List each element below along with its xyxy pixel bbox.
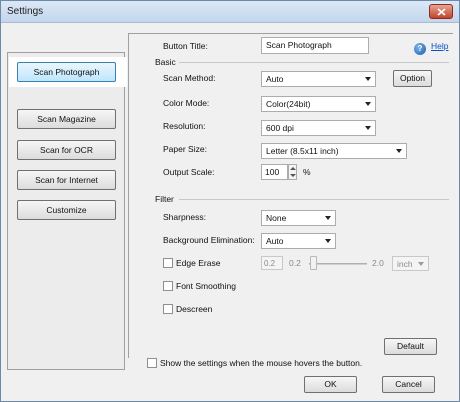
spin-up-icon (290, 167, 296, 170)
ok-button[interactable]: OK (304, 376, 357, 393)
color-mode-value: Color(24bit) (266, 99, 311, 109)
basic-section-label: Basic (155, 57, 176, 67)
chevron-down-icon (365, 102, 371, 106)
chevron-down-icon (365, 126, 371, 130)
output-scale-label: Output Scale: (163, 167, 215, 177)
hover-settings-label: Show the settings when the mouse hovers … (160, 358, 363, 368)
chevron-down-icon (418, 262, 424, 266)
resolution-value: 600 dpi (266, 123, 294, 133)
font-smoothing-label: Font Smoothing (176, 281, 237, 291)
resolution-select[interactable]: 600 dpi (261, 120, 376, 136)
chevron-down-icon (396, 149, 402, 153)
settings-window: Settings Scan Photograph Scan Magazine S… (0, 0, 460, 402)
button-title-input[interactable]: Scan Photograph (261, 37, 369, 54)
paper-size-label: Paper Size: (163, 144, 207, 154)
hover-settings-checkbox[interactable] (147, 358, 157, 368)
edge-erase-slider-handle[interactable] (310, 256, 317, 270)
nav-scan-photograph-button[interactable]: Scan Photograph (17, 62, 116, 82)
settings-panel: Button Title: Scan Photograph ? Help Bas… (128, 33, 453, 358)
edge-erase-max-label: 2.0 (372, 258, 384, 268)
sharpness-label: Sharpness: (163, 212, 206, 222)
descreen-checkbox[interactable] (163, 304, 173, 314)
button-title-label: Button Title: (163, 41, 208, 51)
color-mode-label: Color Mode: (163, 98, 210, 108)
scan-button-list: Scan Photograph Scan Magazine Scan for O… (7, 52, 127, 370)
option-button[interactable]: Option (393, 70, 432, 87)
nav-customize-button[interactable]: Customize (17, 200, 116, 220)
font-smoothing-checkbox[interactable] (163, 281, 173, 291)
edge-erase-unit-select[interactable]: inch (392, 256, 429, 271)
scan-method-select[interactable]: Auto (261, 71, 376, 87)
default-button[interactable]: Default (384, 338, 437, 355)
spin-down-icon (290, 174, 296, 177)
chevron-down-icon (365, 77, 371, 81)
descreen-label: Descreen (176, 304, 213, 314)
edge-erase-checkbox[interactable] (163, 258, 173, 268)
edge-erase-min-label: 0.2 (289, 258, 301, 268)
output-scale-spinner[interactable] (288, 164, 297, 180)
background-elimination-select[interactable]: Auto (261, 233, 336, 249)
scan-method-label: Scan Method: (163, 73, 216, 83)
basic-divider (179, 62, 449, 63)
cancel-button[interactable]: Cancel (382, 376, 435, 393)
color-mode-select[interactable]: Color(24bit) (261, 96, 376, 112)
output-scale-unit: % (303, 167, 311, 177)
sharpness-select[interactable]: None (261, 210, 336, 226)
window-title: Settings (7, 6, 44, 17)
filter-divider (179, 199, 449, 200)
help-icon[interactable]: ? (414, 43, 426, 55)
chevron-down-icon (325, 216, 331, 220)
nav-scan-for-ocr-button[interactable]: Scan for OCR (17, 140, 116, 160)
edge-erase-label: Edge Erase (176, 258, 221, 268)
edge-erase-unit-value: inch (397, 259, 413, 269)
background-elimination-label: Background Elimination: (163, 235, 255, 245)
chevron-down-icon (325, 239, 331, 243)
nav-scan-for-internet-button[interactable]: Scan for Internet (17, 170, 116, 190)
title-bar: Settings (1, 1, 459, 23)
nav-scan-magazine-button[interactable]: Scan Magazine (17, 109, 116, 129)
close-button[interactable] (429, 4, 453, 19)
paper-size-select[interactable]: Letter (8.5x11 inch) (261, 143, 407, 159)
output-scale-input[interactable]: 100 (261, 164, 288, 180)
background-elimination-value: Auto (266, 236, 284, 246)
dialog-body: Scan Photograph Scan Magazine Scan for O… (4, 28, 456, 400)
filter-section-label: Filter (155, 194, 174, 204)
paper-size-value: Letter (8.5x11 inch) (266, 146, 339, 156)
sharpness-value: None (266, 213, 287, 223)
edge-erase-value-box: 0.2 (261, 256, 283, 270)
scan-method-value: Auto (266, 74, 284, 84)
resolution-label: Resolution: (163, 121, 206, 131)
edge-erase-slider-track (309, 263, 367, 265)
close-icon (437, 8, 446, 16)
help-link[interactable]: Help (431, 41, 448, 51)
